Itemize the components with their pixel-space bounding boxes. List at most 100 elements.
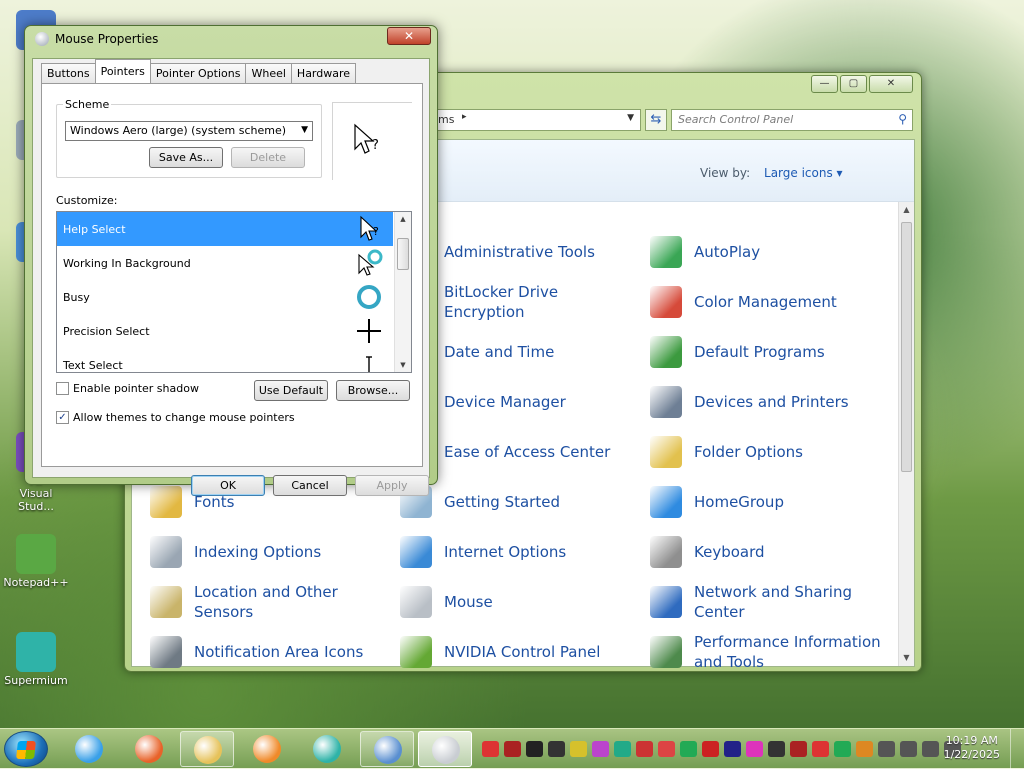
control-panel-item[interactable]: NVIDIA Control Panel <box>400 630 640 674</box>
control-panel-item[interactable]: Network and Sharing Center <box>650 580 890 624</box>
dialog-close-button[interactable]: ✕ <box>387 27 431 45</box>
control-panel-item[interactable]: Getting Started <box>400 480 640 524</box>
control-panel-item[interactable]: Keyboard <box>650 530 890 574</box>
apply-button[interactable]: Apply <box>355 475 429 496</box>
control-panel-item[interactable]: Devices and Printers <box>650 380 890 424</box>
tab-pointers[interactable]: Pointers <box>94 59 151 83</box>
start-button[interactable] <box>4 731 48 767</box>
control-panel-item[interactable]: Notification Area Icons <box>150 630 390 674</box>
taskbar-button[interactable] <box>418 731 472 767</box>
tray-icon[interactable] <box>702 741 719 757</box>
control-panel-item[interactable]: Internet Options <box>400 530 640 574</box>
tray-icon[interactable] <box>504 741 521 757</box>
tray-icon[interactable] <box>592 741 609 757</box>
tray-icon[interactable] <box>746 741 763 757</box>
use-default-button[interactable]: Use Default <box>254 380 328 401</box>
chevron-down-icon[interactable]: ▼ <box>301 125 308 135</box>
tab-wheel[interactable]: Wheel <box>245 63 292 83</box>
tab-buttons[interactable]: Buttons <box>41 63 96 83</box>
control-panel-item[interactable]: Indexing Options <box>150 530 390 574</box>
scheme-select[interactable]: Windows Aero (large) (system scheme) ▼ <box>65 121 313 141</box>
cursor-list-item[interactable]: Text Select <box>57 348 393 372</box>
tray-icon[interactable] <box>768 741 785 757</box>
breadcrumb-arrow-icon[interactable]: ▸ <box>462 112 467 122</box>
cursor-list-item[interactable]: Precision Select <box>57 314 393 348</box>
tray-icon[interactable] <box>922 741 939 757</box>
tab-pointer-options[interactable]: Pointer Options <box>149 63 247 83</box>
desktop-icon[interactable]: Supermium <box>0 632 72 687</box>
scroll-down-icon[interactable]: ▼ <box>395 361 411 369</box>
cursor-list-item[interactable]: Working In Background <box>57 246 393 280</box>
control-panel-item-label: Keyboard <box>694 543 765 561</box>
desktop-icon[interactable]: Notepad++ <box>0 534 72 589</box>
scroll-down-icon[interactable]: ▼ <box>899 650 914 666</box>
taskbar-button[interactable] <box>360 731 414 767</box>
control-panel-item[interactable]: AutoPlay <box>650 230 890 274</box>
checkbox-box[interactable]: ✓ <box>56 411 69 424</box>
control-panel-item-label: NVIDIA Control Panel <box>444 643 601 661</box>
tray-icon[interactable] <box>658 741 675 757</box>
control-panel-item[interactable]: Color Management <box>650 280 890 324</box>
taskbar-button[interactable] <box>240 731 294 767</box>
view-by-dropdown[interactable]: Large icons ▾ <box>764 166 843 180</box>
close-button[interactable]: ✕ <box>869 75 913 93</box>
tray-icon[interactable] <box>834 741 851 757</box>
checkbox-box[interactable] <box>56 382 69 395</box>
dialog-titlebar[interactable]: Mouse Properties <box>35 32 158 46</box>
taskbar-button[interactable] <box>180 731 234 767</box>
cursor-list-item[interactable]: Help Select? <box>57 212 393 246</box>
control-panel-item[interactable]: HomeGroup <box>650 480 890 524</box>
tray-icon[interactable] <box>856 741 873 757</box>
tray-icon[interactable] <box>526 741 543 757</box>
tray-icon[interactable] <box>724 741 741 757</box>
enable-pointer-shadow-checkbox[interactable]: Enable pointer shadow <box>56 382 199 395</box>
taskbar-button[interactable] <box>62 731 116 767</box>
tray-icon[interactable] <box>636 741 653 757</box>
search-icon[interactable]: ⚲ <box>898 112 907 126</box>
browse-button[interactable]: Browse... <box>336 380 410 401</box>
show-desktop-button[interactable] <box>1010 729 1024 769</box>
save-as-button[interactable]: Save As... <box>149 147 223 168</box>
tray-icon[interactable] <box>614 741 631 757</box>
clock[interactable]: 10:19 AM 1/22/2025 <box>944 734 1000 762</box>
control-panel-item[interactable]: Location and Other Sensors <box>150 580 390 624</box>
control-panel-item-label: Internet Options <box>444 543 567 561</box>
tray-icon[interactable] <box>548 741 565 757</box>
control-panel-item[interactable]: Mouse <box>400 580 640 624</box>
tray-icon[interactable] <box>812 741 829 757</box>
search-input[interactable]: Search Control Panel ⚲ <box>671 109 913 131</box>
scroll-thumb[interactable] <box>901 222 912 472</box>
control-panel-item[interactable]: Folder Options <box>650 430 890 474</box>
taskbar-button[interactable] <box>122 731 176 767</box>
control-panel-item[interactable]: Default Programs <box>650 330 890 374</box>
cursor-list-item[interactable]: Busy <box>57 280 393 314</box>
tray-icon[interactable] <box>790 741 807 757</box>
cursor-list[interactable]: Text Select Precision Select Busy Working I… <box>56 211 412 373</box>
delete-button[interactable]: Delete <box>231 147 305 168</box>
control-panel-item[interactable]: Performance Information and Tools <box>650 630 890 674</box>
control-panel-item-icon <box>650 536 682 568</box>
allow-themes-checkbox[interactable]: ✓ Allow themes to change mouse pointers <box>56 411 295 424</box>
tab-hardware[interactable]: Hardware <box>290 63 357 83</box>
control-panel-item-icon <box>150 586 182 618</box>
cancel-button[interactable]: Cancel <box>273 475 347 496</box>
tray-icon[interactable] <box>900 741 917 757</box>
tray-icon[interactable] <box>878 741 895 757</box>
maximize-button[interactable]: ▢ <box>840 75 867 93</box>
chevron-down-icon[interactable]: ▼ <box>627 113 634 123</box>
taskbar-button[interactable] <box>300 731 354 767</box>
scroll-up-icon[interactable]: ▲ <box>395 215 411 223</box>
refresh-button[interactable]: ⇆ <box>645 109 667 131</box>
control-panel-item[interactable]: Fonts <box>150 480 390 524</box>
scroll-thumb[interactable] <box>397 238 409 270</box>
scheme-value: Windows Aero (large) (system scheme) <box>70 124 287 137</box>
tray-icon[interactable] <box>482 741 499 757</box>
internet-explorer-icon <box>75 735 103 763</box>
ok-button[interactable]: OK <box>191 475 265 496</box>
list-scrollbar[interactable]: ▲ ▼ <box>394 212 411 372</box>
tray-icon[interactable] <box>570 741 587 757</box>
scroll-up-icon[interactable]: ▲ <box>899 202 914 218</box>
minimize-button[interactable]: — <box>811 75 838 93</box>
tray-icon[interactable] <box>680 741 697 757</box>
vertical-scrollbar[interactable]: ▲ ▼ <box>898 202 914 666</box>
